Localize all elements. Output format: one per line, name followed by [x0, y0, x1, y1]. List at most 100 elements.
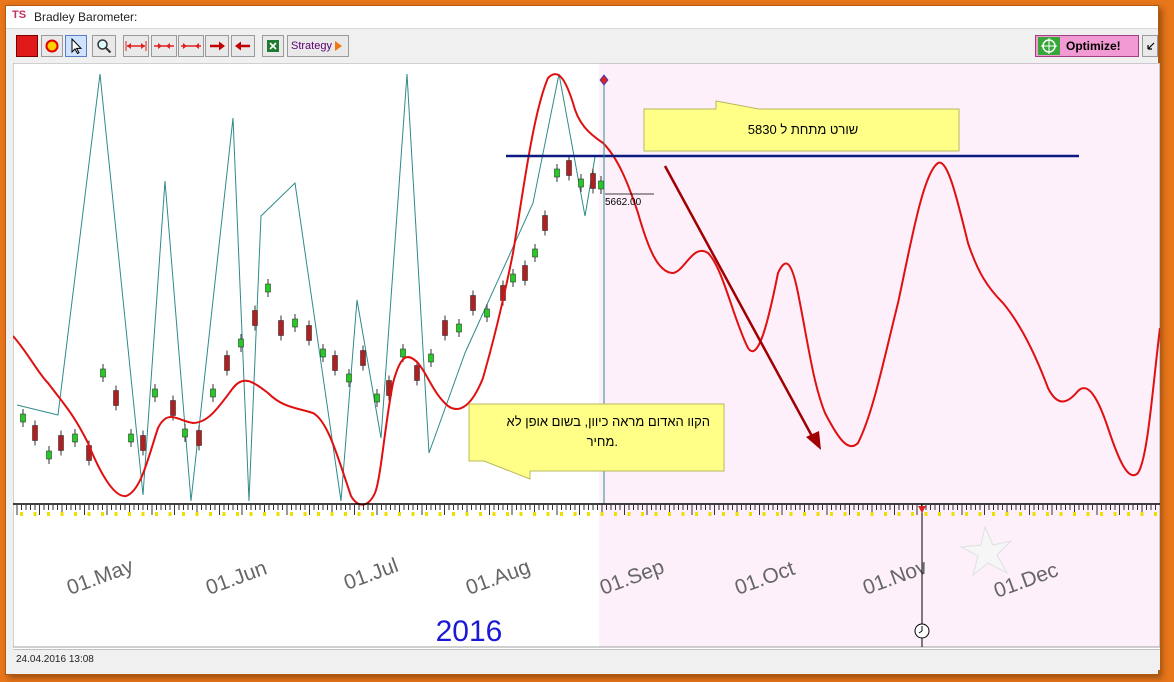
range-expand-icon[interactable] — [123, 35, 149, 57]
axis-tick-marker — [951, 512, 955, 516]
short-callout: שורט מתחת ל 5830 — [643, 100, 960, 152]
candle-body — [598, 180, 604, 190]
candle-body — [532, 248, 538, 258]
window-title: Bradley Barometer: — [34, 10, 138, 24]
axis-tick-marker — [249, 512, 253, 516]
axis-tick-marker — [330, 512, 334, 516]
candle-body — [332, 355, 338, 371]
axis-tick-marker — [1059, 512, 1063, 516]
axis-tick-marker — [992, 512, 995, 516]
range-shrink-icon[interactable] — [151, 35, 177, 57]
candle-body — [400, 348, 406, 358]
axis-tick-marker — [465, 512, 469, 516]
axis-tick-marker — [1113, 512, 1117, 516]
axis-tick-marker — [830, 512, 833, 516]
axis-tick-marker — [654, 512, 658, 516]
axis-tick-marker — [141, 512, 145, 516]
axis-tick-marker — [168, 512, 172, 516]
title-bar: TS Bradley Barometer: — [6, 6, 1158, 29]
candle-body — [58, 435, 64, 451]
candle-body — [320, 348, 326, 358]
axis-tick-marker — [938, 512, 941, 516]
axis-tick-marker — [276, 512, 280, 516]
axis-tick-marker — [60, 512, 64, 516]
record-icon[interactable] — [41, 35, 63, 57]
axis-tick-marker — [195, 512, 199, 516]
zoom-icon[interactable] — [92, 35, 116, 57]
optimize-label: Optimize! — [1066, 39, 1121, 53]
axis-tick-marker — [1127, 512, 1130, 516]
app-icon: TS — [12, 9, 27, 21]
axis-tick-marker — [47, 512, 50, 516]
play-icon — [334, 41, 342, 51]
axis-tick-marker — [398, 512, 401, 516]
axis-tick-marker — [290, 512, 293, 516]
axis-tick-marker — [425, 512, 428, 516]
axis-tick-marker — [803, 512, 806, 516]
candle-body — [252, 310, 258, 326]
candle-body — [32, 425, 38, 441]
axis-tick-marker — [371, 512, 374, 516]
axis-tick-marker — [735, 512, 739, 516]
scroll-left-icon[interactable] — [231, 35, 255, 57]
candle-body — [46, 450, 52, 460]
candle-body — [374, 393, 380, 403]
candle-body — [20, 413, 26, 423]
candle-body — [182, 428, 188, 438]
candle-body — [292, 318, 298, 328]
axis-tick-marker — [1005, 512, 1009, 516]
axis-tick-marker — [357, 512, 361, 516]
axis-tick-marker — [533, 512, 536, 516]
axis-tick-marker — [965, 512, 968, 516]
toolbar: Strategy Optimize! — [6, 33, 1158, 61]
candle-body — [522, 265, 528, 281]
axis-tick-marker — [708, 512, 712, 516]
axis-tick-marker — [641, 512, 644, 516]
optimize-button[interactable]: Optimize! — [1035, 35, 1139, 57]
axis-tick-marker — [546, 512, 550, 516]
year-label: 2016 — [436, 615, 503, 648]
axis-tick-marker — [209, 512, 212, 516]
axis-tick-marker — [1154, 512, 1157, 516]
candle-body — [278, 320, 284, 336]
axis-tick-marker — [182, 512, 185, 516]
axis-tick-marker — [317, 512, 320, 516]
chart-panel[interactable]: 5662.00 שורט מתחת ל 5830 הקוו האדום מראה… — [12, 62, 1161, 649]
stop-button[interactable] — [16, 35, 38, 57]
axis-tick-marker — [411, 512, 415, 516]
strategy-button[interactable]: Strategy — [287, 35, 349, 57]
candle-body — [442, 320, 448, 336]
short-callout-text: שורט מתחת ל 5830 — [748, 122, 858, 137]
candle-body — [152, 388, 158, 398]
axis-tick-marker — [762, 512, 766, 516]
axis-tick-marker — [236, 512, 239, 516]
month-label: 01.May — [64, 554, 137, 599]
candle-body — [470, 295, 476, 311]
candle-body — [590, 173, 596, 189]
axis-tick-marker — [884, 512, 887, 516]
axis-tick-marker — [573, 512, 577, 516]
candle-body — [265, 283, 271, 293]
axis-tick-marker — [263, 512, 266, 516]
axis-tick-marker — [816, 512, 820, 516]
axis-tick-marker — [344, 512, 347, 516]
axis-tick-marker — [33, 512, 37, 516]
axis-tick-marker — [776, 512, 779, 516]
excel-export-icon[interactable] — [262, 35, 284, 57]
range-collapse-icon[interactable] — [178, 35, 204, 57]
candle-body — [238, 338, 244, 348]
axis-tick-marker — [722, 512, 725, 516]
axis-tick-marker — [128, 512, 131, 516]
window-frame: TS Bradley Barometer: Strategy Optimize!… — [0, 0, 1174, 682]
axis-tick-marker — [303, 512, 307, 516]
cursor-icon[interactable] — [65, 35, 87, 57]
candle-body — [456, 323, 462, 333]
status-bar: 24.04.2016 13:08 — [13, 649, 1160, 670]
axis-tick-marker — [479, 512, 482, 516]
scroll-right-icon[interactable] — [205, 35, 229, 57]
axis-tick-marker — [384, 512, 388, 516]
axis-tick-marker — [1032, 512, 1036, 516]
back-arrow-icon[interactable] — [1142, 35, 1158, 57]
app-window: TS Bradley Barometer: Strategy Optimize!… — [5, 5, 1161, 675]
status-datetime: 24.04.2016 13:08 — [16, 654, 94, 665]
